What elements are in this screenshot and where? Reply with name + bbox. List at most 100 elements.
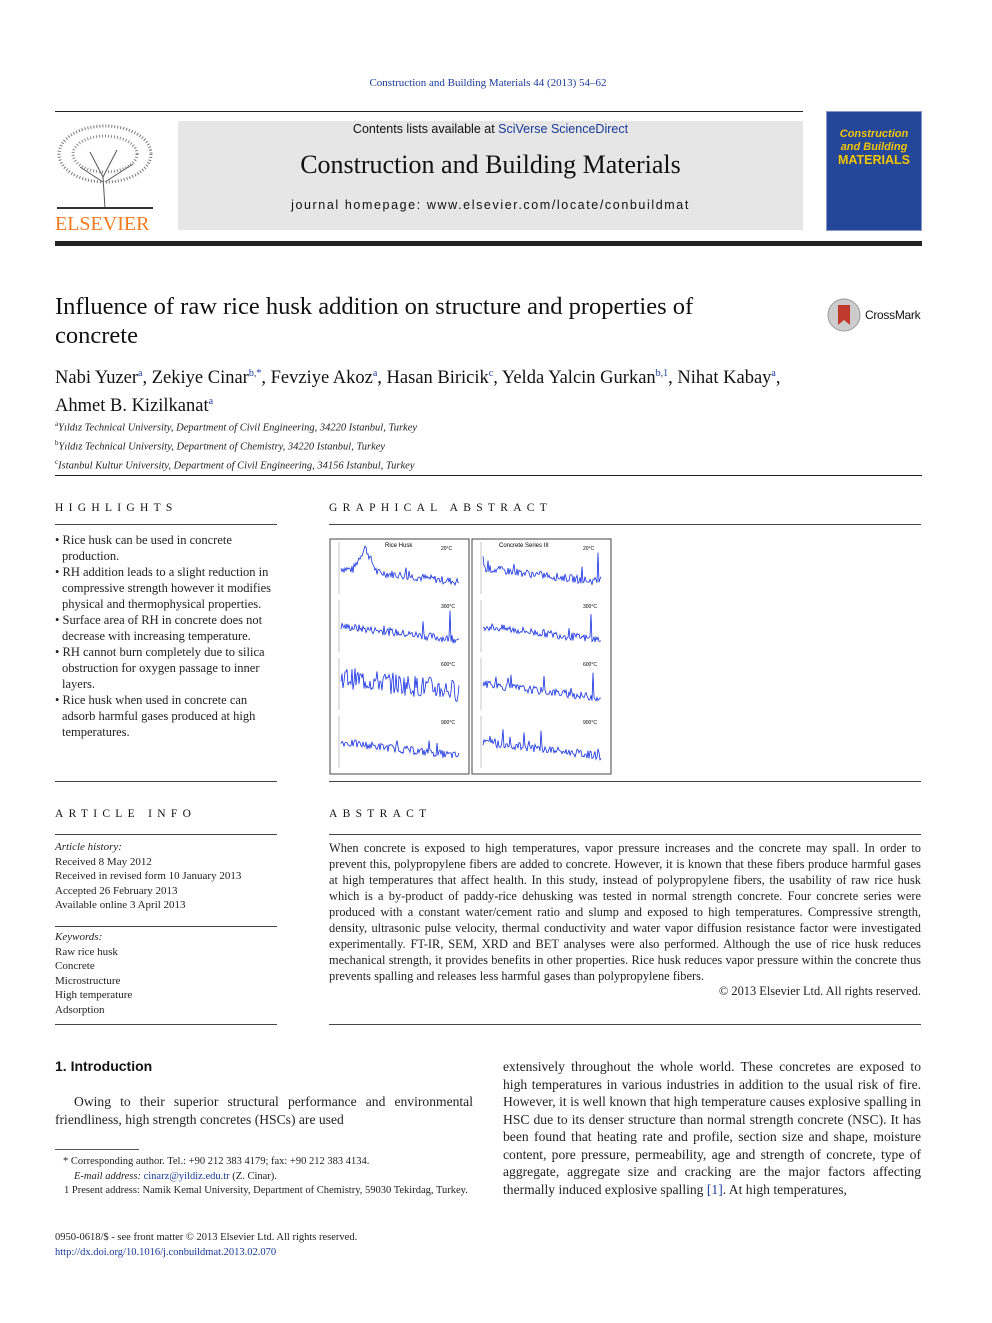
temperature-label: 300°C — [441, 604, 455, 610]
divider — [329, 781, 921, 782]
author-affiliation-mark[interactable]: b,* — [249, 368, 262, 379]
footnotes: * Corresponding author. Tel.: +90 212 38… — [55, 1155, 473, 1199]
email-suffix: (Z. Cinar). — [229, 1170, 277, 1182]
author-affiliation-mark[interactable]: a — [138, 368, 142, 379]
divider — [329, 524, 921, 525]
affiliation-text: Istanbul Kultur University, Department o… — [58, 460, 415, 472]
history-item: Received 8 May 2012 — [55, 855, 152, 868]
author[interactable]: Nihat Kabaya — [677, 368, 775, 388]
journal-banner: Contents lists available at SciVerse Sci… — [178, 121, 803, 230]
keywords-label: Keywords: — [55, 931, 103, 943]
section-heading: 1. Introduction — [55, 1058, 153, 1074]
email-label: E-mail address: — [74, 1170, 144, 1182]
highlights-list: Rice husk can be used in concrete produc… — [55, 532, 277, 740]
divider — [55, 524, 277, 525]
intro-right-text: extensively throughout the whole world. … — [503, 1058, 921, 1198]
journal-citation[interactable]: Construction and Building Materials 44 (… — [0, 77, 976, 89]
journal-title: Construction and Building Materials — [300, 150, 681, 179]
affiliation: aYıldız Technical University, Department… — [55, 417, 417, 436]
reference-link[interactable]: [1] — [707, 1182, 723, 1197]
keyword: Raw rice husk — [55, 945, 118, 958]
keyword: Microstructure — [55, 974, 121, 987]
affiliations: aYıldız Technical University, Department… — [55, 417, 417, 474]
concrete-series-label: Concrete Series III — [499, 543, 549, 549]
author-name: Zekiye Cinar — [151, 368, 249, 389]
email-link[interactable]: cinarz@yildiz.edu.tr — [144, 1171, 230, 1182]
author-name: Yelda Yalcin Gurkan — [501, 368, 656, 389]
divider — [329, 834, 921, 835]
article-history: Article history: Received 8 May 2012 Recei… — [55, 840, 241, 913]
author-affiliation-mark[interactable]: a — [209, 396, 213, 407]
highlights-heading: HIGHLIGHTS — [55, 502, 178, 514]
present-address-note: 1 Present address: Namik Kemal Universit… — [64, 1185, 468, 1196]
crossmark-label: CrossMark — [865, 308, 921, 322]
sciencedirect-link[interactable]: SciVerse ScienceDirect — [498, 122, 628, 136]
temperature-label: 600°C — [583, 662, 597, 668]
author[interactable]: Zekiye Cinarb,* — [152, 368, 262, 388]
author-name: Ahmet B. Kizilkanat — [55, 396, 209, 417]
author-affiliation-mark[interactable]: a — [771, 368, 775, 379]
keyword: High temperature — [55, 989, 133, 1001]
crossmark-icon — [827, 298, 861, 332]
author-affiliation-mark[interactable]: b,1 — [656, 368, 669, 379]
abstract-heading: ABSTRACT — [329, 808, 432, 820]
graphical-abstract-figure: Rice Husk Concrete Series III 20°C 300°C 6… — [329, 538, 612, 775]
journal-homepage[interactable]: journal homepage: www.elsevier.com/locat… — [178, 198, 803, 212]
highlight-item: Rice husk when used in concrete can adso… — [55, 692, 277, 740]
abstract-text: When concrete is exposed to high tempera… — [329, 841, 921, 983]
temperature-label: 900°C — [441, 720, 455, 726]
temperature-label: 600°C — [441, 662, 455, 668]
divider — [55, 781, 277, 782]
journal-cover[interactable]: Construction and Building MATERIALS — [826, 111, 922, 231]
author-affiliation-mark[interactable]: a — [373, 368, 377, 379]
doi-link[interactable]: http://dx.doi.org/10.1016/j.conbuildmat.… — [55, 1246, 357, 1261]
intro-left-text: Owing to their superior structural perfo… — [55, 1094, 473, 1127]
author[interactable]: Fevziye Akoza — [271, 368, 378, 388]
author-list: Nabi Yuzera, Zekiye Cinarb,*, Fevziye Ak… — [55, 368, 781, 417]
author-name: Hasan Biricik — [386, 368, 489, 389]
author-name: Nihat Kabay — [677, 368, 772, 389]
affiliation-text: Yıldız Technical University, Department … — [58, 422, 418, 434]
highlight-item: Surface area of RH in concrete does not … — [55, 612, 277, 644]
author[interactable]: Hasan Biricikc — [387, 368, 494, 388]
contents-text: Contents lists available at — [352, 122, 499, 136]
graphical-abstract-heading: GRAPHICAL ABSTRACT — [329, 502, 553, 514]
publisher-name: ELSEVIER — [55, 213, 150, 235]
author[interactable]: Nabi Yuzera — [55, 368, 143, 388]
temperature-label: 900°C — [583, 720, 597, 726]
article-title: Influence of raw rice husk addition on s… — [55, 293, 694, 349]
elsevier-tree-icon — [57, 124, 153, 209]
highlight-item: RH addition leads to a slight reduction … — [55, 564, 277, 612]
history-item: Accepted 26 February 2013 — [55, 884, 178, 897]
cover-line: Construction — [839, 128, 909, 140]
abstract-copyright: © 2013 Elsevier Ltd. All rights reserved… — [718, 984, 921, 998]
header-thick-rule — [55, 241, 922, 246]
crossmark-button[interactable]: CrossMark — [827, 298, 921, 332]
divider — [55, 926, 277, 927]
author[interactable]: Ahmet B. Kizilkanata — [55, 396, 213, 416]
history-label: Article history: — [55, 841, 122, 853]
divider — [55, 1024, 277, 1025]
elsevier-logo: ELSEVIER — [55, 122, 155, 235]
affiliation: bYıldız Technical University, Department… — [55, 436, 417, 455]
intro-text: . At high temperatures, — [722, 1181, 847, 1197]
keyword: Concrete — [55, 960, 95, 972]
temperature-label: 300°C — [583, 604, 597, 610]
divider — [329, 1024, 921, 1025]
history-item: Available online 3 April 2013 — [55, 899, 186, 911]
affiliation: cIstanbul Kultur University, Department … — [55, 455, 417, 474]
affiliation-text: Yıldız Technical University, Department … — [58, 441, 386, 453]
author-affiliation-mark[interactable]: c — [489, 368, 493, 379]
divider — [55, 111, 803, 112]
footnote-rule — [55, 1149, 139, 1150]
author-name: Fevziye Akoz — [270, 368, 373, 389]
issn-line: 0950-0618/$ - see front matter © 2013 El… — [55, 1232, 358, 1243]
temperature-label: 20°C — [583, 546, 595, 552]
divider — [55, 834, 277, 835]
temperature-label: 20°C — [441, 546, 453, 552]
highlight-item: Rice husk can be used in concrete produc… — [55, 532, 277, 564]
article-info-heading: ARTICLE INFO — [55, 808, 197, 820]
author[interactable]: Yelda Yalcin Gurkanb,1 — [502, 368, 668, 388]
abstract-body: When concrete is exposed to high tempera… — [329, 840, 921, 999]
highlight-item: RH cannot burn completely due to silica … — [55, 644, 277, 692]
